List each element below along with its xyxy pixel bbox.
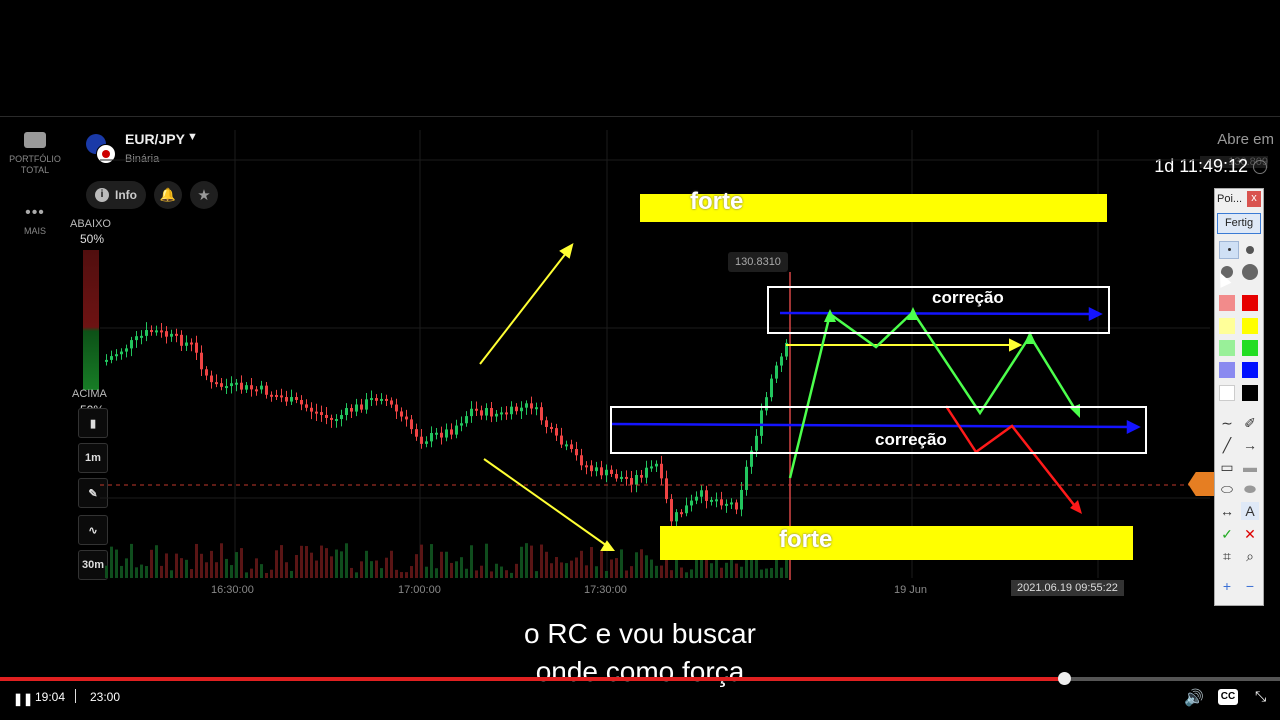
line-tool-icon[interactable]: ╱ [1218,436,1236,454]
color-red[interactable] [1242,295,1258,311]
color-light-blue[interactable] [1219,362,1235,378]
panel-close-button[interactable]: x [1247,191,1261,207]
zoom-in-icon[interactable]: + [1218,577,1236,595]
exit-fullscreen-icon[interactable]: ⤡ [1255,688,1266,705]
apply-icon[interactable]: ✓ [1218,525,1236,543]
color-light-yellow[interactable] [1219,318,1235,334]
color-green[interactable] [1242,340,1258,356]
fertig-button[interactable]: Fertig [1217,213,1261,234]
ellipse-tool-icon[interactable]: ⬭ [1218,480,1236,498]
brush-small[interactable] [1219,241,1239,259]
zoom-out-icon[interactable]: − [1241,577,1259,595]
text-tool-icon[interactable]: A [1241,502,1259,520]
x-tick: 17:00:00 [398,584,441,596]
brush-medium[interactable] [1246,246,1254,254]
captions-icon[interactable]: CC [1218,689,1238,705]
clear-icon[interactable]: ✕ [1241,525,1259,543]
color-black[interactable] [1242,385,1258,401]
progress-fill [0,677,1064,681]
drawing-panel[interactable]: Poi... x Fertig ∼ ✐ ╱ → ▭ ▬ ⬭ ⬬ ↔ A ✓ ✕ … [1214,188,1264,606]
color-white[interactable] [1219,385,1235,401]
lower-correction-label: correção [875,430,947,449]
current-time: 19:04 [35,690,66,704]
progress-track[interactable] [0,677,1280,681]
crop-tool-icon[interactable]: ⌗ [1218,547,1236,565]
arrow-tool-icon[interactable]: → [1241,436,1259,454]
subtitle-line-1: o RC e vou buscar [524,618,756,649]
zoom-tool-icon[interactable]: ⌕ [1241,547,1259,565]
color-light-red[interactable] [1219,295,1235,311]
x-tick: 19 Jun [894,584,928,596]
upper-correction-label: correção [932,288,1004,307]
brush-xlarge[interactable] [1242,264,1258,280]
price-label: 130.8310 [728,252,788,272]
cursor-time-label: 2021.06.19 09:55:22 [1011,580,1124,596]
filled-rectangle-tool-icon[interactable]: ▬ [1241,458,1259,476]
color-yellow[interactable] [1242,318,1258,334]
bottom-band-label: forte [779,526,833,553]
top-strong-band: forte [640,188,1107,222]
progress-thumb[interactable] [1057,672,1071,685]
bottom-strong-band: forte [660,526,1133,560]
panel-title: Poi... [1217,193,1243,205]
time-separator [75,689,76,703]
volume-icon[interactable]: 🔊 [1184,688,1204,708]
duration: 23:00 [90,690,121,704]
color-light-green[interactable] [1219,340,1235,356]
x-tick: 17:30:00 [584,584,627,596]
eraser-tool-icon[interactable]: ✐ [1241,414,1259,432]
color-blue[interactable] [1242,362,1258,378]
double-arrow-tool-icon[interactable]: ↔ [1218,502,1236,520]
rectangle-tool-icon[interactable]: ▭ [1218,458,1236,476]
filled-ellipse-tool-icon[interactable]: ⬬ [1241,480,1259,498]
yellow-arrows [479,243,615,551]
subtitle-line-2: onde como força [535,656,745,687]
freehand-tool-icon[interactable]: ∼ [1218,414,1236,432]
pause-icon[interactable]: ❚❚ [13,692,33,706]
top-band-label: forte [690,188,744,215]
x-tick: 16:30:00 [211,584,254,596]
